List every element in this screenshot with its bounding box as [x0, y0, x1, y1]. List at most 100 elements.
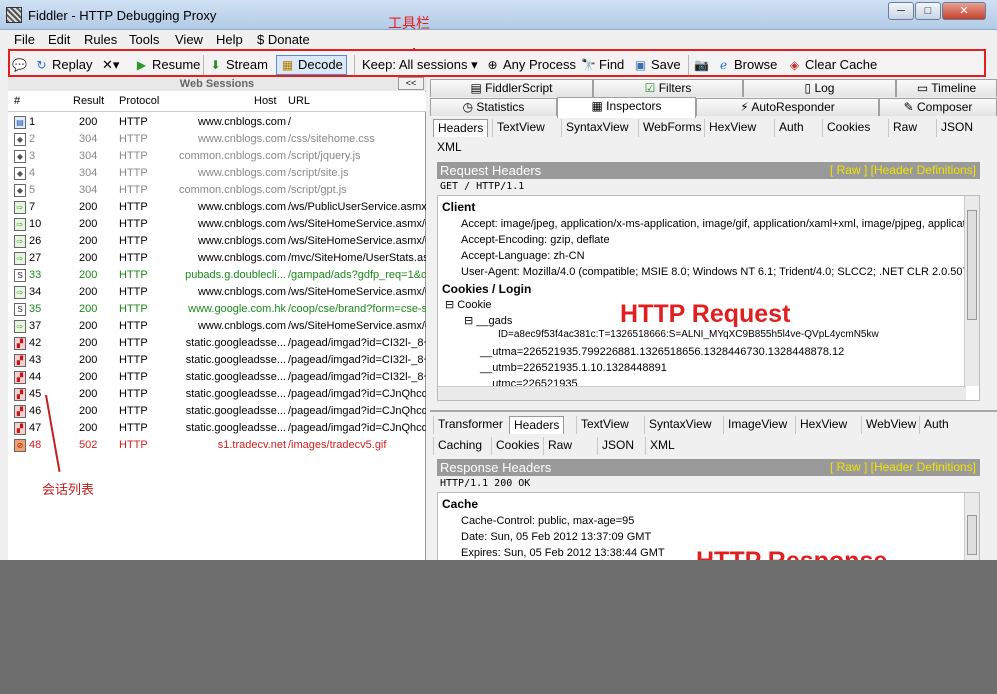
column-result[interactable]: Result [73, 95, 104, 107]
subtab-cookies[interactable]: Cookies [491, 437, 543, 455]
session-host: s1.tradecv.net [217, 439, 286, 451]
session-row[interactable]: ◆ 4 304 HTTP www.cnblogs.com/script/site.js [8, 165, 426, 182]
maximize-button[interactable]: □ [915, 2, 941, 20]
remove-sessions-button[interactable]: ✕▾ [102, 55, 119, 75]
subtab-raw[interactable]: Raw [888, 119, 921, 137]
session-result: 200 [79, 320, 98, 332]
menu-edit[interactable]: Edit [48, 32, 70, 47]
column-url[interactable]: URL [288, 95, 310, 107]
subtab-webview[interactable]: WebView [861, 416, 920, 434]
tab-fiddlerscript[interactable]: ▤ FiddlerScript [430, 79, 593, 97]
session-row[interactable]: ▞ 45 200 HTTP static.googleadsse.../pagead/i… [8, 386, 426, 403]
browse-button[interactable]: ℯ Browse [716, 55, 777, 75]
menu-tools[interactable]: Tools [129, 32, 159, 47]
tab-filters[interactable]: ☑ Filters [593, 79, 743, 97]
stream-button[interactable]: ⬇ Stream [208, 55, 267, 75]
any-process-button[interactable]: ⊕ Any Process [485, 55, 576, 75]
comment-button[interactable]: 💬 [12, 55, 27, 75]
tab-inspectors[interactable]: ▦ Inspectors [557, 97, 696, 118]
save-button[interactable]: ▣ Save [633, 55, 681, 75]
session-row[interactable]: ⊘ 48 502 HTTP s1.tradecv.net/images/tradecv5… [8, 437, 426, 454]
replay-button[interactable]: ↻ Replay [34, 55, 92, 75]
column-host[interactable]: Host [254, 95, 277, 107]
response-vertical-scrollbar[interactable] [964, 493, 979, 560]
session-row[interactable]: ⇨ 26 200 HTTP www.cnblogs.com/ws/SiteHomeSer… [8, 233, 426, 250]
decode-button[interactable]: ▦ Decode [276, 55, 347, 75]
session-row[interactable]: ⇨ 27 200 HTTP www.cnblogs.com/mvc/SiteHome/U… [8, 250, 426, 267]
menu-donate[interactable]: $ Donate [257, 32, 310, 47]
session-row[interactable]: ⇨ 10 200 HTTP www.cnblogs.com/ws/SiteHomeSer… [8, 216, 426, 233]
subtab-auth[interactable]: Auth [919, 416, 953, 434]
header-line: Accept: image/jpeg, application/x-ms-app… [461, 218, 969, 230]
find-button[interactable]: 🔭 Find [581, 55, 624, 75]
session-row[interactable]: ▞ 46 200 HTTP static.googleadsse.../pagead/i… [8, 403, 426, 420]
session-row[interactable]: ▞ 42 200 HTTP static.googleadsse.../pagead/i… [8, 335, 426, 352]
session-row[interactable]: ⇨ 37 200 HTTP www.cnblogs.com/ws/SiteHomeSer… [8, 318, 426, 335]
subtab-transformer[interactable]: Transformer [433, 416, 507, 434]
session-row[interactable]: ◆ 5 304 HTTP common.cnblogs.com/script/gpt.j… [8, 182, 426, 199]
session-host: static.googleadsse... [185, 371, 286, 383]
tab-timeline[interactable]: ▭ Timeline [896, 79, 997, 97]
subtab-imageview[interactable]: ImageView [723, 416, 791, 434]
scroll-thumb[interactable] [967, 210, 977, 320]
subtab-json[interactable]: JSON [597, 437, 638, 455]
tearoff-button[interactable]: 📷 [694, 55, 709, 75]
subtab-cookies[interactable]: Cookies [822, 119, 874, 137]
session-row[interactable]: S 33 200 HTTP pubads.g.doublecli.../gampad/a… [8, 267, 426, 284]
session-row[interactable]: ◆ 3 304 HTTP common.cnblogs.com/script/jquer… [8, 148, 426, 165]
session-row[interactable]: ▞ 43 200 HTTP static.googleadsse.../pagead/i… [8, 352, 426, 369]
cache-section-title: Cache [442, 497, 479, 511]
collapse-sessions-button[interactable]: << [398, 77, 424, 90]
column-number[interactable]: # [14, 95, 20, 107]
pane-splitter[interactable] [430, 410, 997, 412]
subtab-auth[interactable]: Auth [774, 119, 808, 137]
tab-log[interactable]: ▯ Log [743, 79, 896, 97]
session-row[interactable]: ▞ 44 200 HTTP static.googleadsse.../pagead/i… [8, 369, 426, 386]
close-button[interactable]: ✕ [942, 2, 986, 20]
tab-statistics[interactable]: ◷ Statistics [430, 98, 557, 116]
clear-cache-button[interactable]: ◈ Clear Cache [787, 55, 877, 75]
request-vertical-scrollbar[interactable] [964, 196, 979, 386]
subtab-caching[interactable]: Caching [433, 437, 486, 455]
subtab-raw[interactable]: Raw [543, 437, 576, 455]
session-row[interactable]: ▤ 1 200 HTTP www.cnblogs.com / [8, 114, 426, 131]
scroll-thumb[interactable] [967, 515, 977, 555]
column-protocol[interactable]: Protocol [119, 95, 159, 107]
session-type-icon: ◆ [14, 133, 26, 146]
subtab-syntaxview[interactable]: SyntaxView [561, 119, 632, 137]
menu-rules[interactable]: Rules [84, 32, 117, 47]
request-header-links[interactable]: [ Raw ] [Header Definitions] [830, 162, 976, 179]
keep-sessions-dropdown[interactable]: Keep: All sessions ▾ [362, 55, 478, 75]
session-row[interactable]: ⇨ 34 200 HTTP www.cnblogs.com/ws/SiteHomeSer… [8, 284, 426, 301]
response-header-links[interactable]: [ Raw ] [Header Definitions] [830, 459, 976, 476]
subtab-textview[interactable]: TextView [492, 119, 549, 137]
menu-view[interactable]: View [175, 32, 203, 47]
request-horizontal-scrollbar[interactable] [438, 386, 966, 400]
stream-arrow-icon: ⬇ [210, 57, 221, 72]
session-protocol: HTTP [119, 184, 148, 196]
session-row[interactable]: ◆ 2 304 HTTP www.cnblogs.com/css/sitehome.cs… [8, 131, 426, 148]
collapse-icon: ⊟ [445, 299, 458, 311]
subtab-headers[interactable]: Headers [433, 119, 489, 137]
resume-button[interactable]: ▶ Resume [134, 55, 201, 75]
menu-help[interactable]: Help [216, 32, 243, 47]
session-row[interactable]: ⇨ 7 200 HTTP www.cnblogs.com/ws/PublicUserSe… [8, 199, 426, 216]
subtab-webforms[interactable]: WebForms [638, 119, 705, 137]
subtab-xml[interactable]: XML [645, 437, 679, 455]
minimize-button[interactable]: ─ [888, 2, 914, 20]
subtab-hexview[interactable]: HexView [795, 416, 851, 434]
session-row[interactable]: ▞ 47 200 HTTP static.googleadsse.../pagead/i… [8, 420, 426, 437]
tab-autoresponder[interactable]: ⚡ AutoResponder [696, 98, 879, 116]
tab-composer[interactable]: ✎ Composer [879, 98, 997, 116]
subtab-syntaxview[interactable]: SyntaxView [644, 416, 715, 434]
subtab-json[interactable]: JSON [936, 119, 977, 137]
subtab-textview[interactable]: TextView [576, 416, 633, 434]
subtab-hexview[interactable]: HexView [704, 119, 760, 137]
subtab-headers[interactable]: Headers [509, 416, 565, 434]
menu-file[interactable]: File [14, 32, 35, 47]
session-type-icon: ▤ [14, 116, 26, 129]
gads-tree-node[interactable]: ⊟ __gads [464, 314, 512, 327]
subtab-xml[interactable]: XML [433, 139, 466, 157]
cookie-tree-node[interactable]: ⊟ Cookie [445, 298, 492, 311]
session-row[interactable]: S 35 200 HTTP www.google.com.hk/coop/cse/bra… [8, 301, 426, 318]
